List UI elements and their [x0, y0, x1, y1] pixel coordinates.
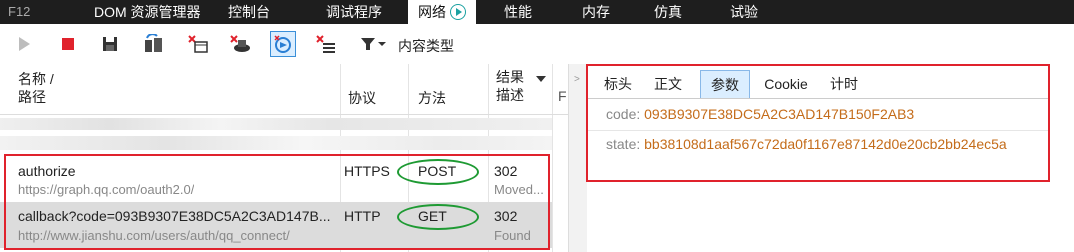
blurred-row: [0, 118, 552, 130]
refresh-server-icon: [145, 34, 162, 52]
play-triangle-icon: [19, 37, 30, 51]
tab-memory[interactable]: 内存: [582, 0, 610, 24]
clear-entries-icon: [188, 35, 208, 53]
content-type-filter-button[interactable]: [358, 32, 388, 56]
request-list-panel: 名称 / 路径 协议 方法 结果 描述 F authorize https://…: [0, 64, 568, 252]
clear-list-button[interactable]: [314, 32, 338, 56]
export-button[interactable]: [98, 32, 122, 56]
tab-emulation[interactable]: 仿真: [654, 0, 682, 24]
clear-cache-icon: [230, 35, 250, 52]
panel-splitter[interactable]: >: [568, 64, 587, 252]
tab-dom-explorer[interactable]: DOM 资源管理器: [94, 0, 201, 24]
header-result-label: 结果: [496, 69, 524, 85]
filter-icon: [361, 38, 386, 50]
devtools-tab-bar: F12 DOM 资源管理器 控制台 调试程序 网络 性能 内存 仿真 试验: [0, 0, 1074, 24]
highlight-ellipse-get: [397, 204, 479, 230]
tab-experiments[interactable]: 试验: [730, 0, 758, 24]
stop-icon: [62, 38, 74, 50]
header-method[interactable]: 方法: [418, 88, 446, 108]
highlight-ellipse-post: [397, 159, 479, 185]
navigate-refresh-icon: [274, 35, 291, 53]
clear-on-navigate-toggle[interactable]: [270, 31, 296, 57]
tab-network[interactable]: 网络: [408, 0, 476, 24]
tab-debugger[interactable]: 调试程序: [326, 0, 382, 24]
content-type-filter-label[interactable]: 内容类型: [398, 36, 454, 56]
header-desc-label: 描述: [496, 87, 524, 103]
tab-network-label: 网络: [418, 4, 446, 20]
save-icon: [103, 37, 117, 51]
play-icon: [450, 4, 466, 20]
header-path-label: 路径: [18, 89, 46, 105]
stop-profiling-button[interactable]: [56, 32, 80, 56]
header-result-desc[interactable]: 结果 描述: [496, 68, 524, 104]
header-name-label: 名称 /: [18, 71, 54, 87]
clear-entries-button[interactable]: [186, 32, 210, 56]
tab-console[interactable]: 控制台: [228, 0, 270, 24]
blurred-row: [0, 136, 552, 150]
sort-descending-icon: [536, 76, 546, 82]
header-protocol[interactable]: 协议: [348, 88, 376, 108]
network-toolbar: 内容类型: [0, 24, 1074, 64]
header-name-path[interactable]: 名称 / 路径: [18, 70, 54, 106]
highlight-box-params: [586, 64, 1050, 182]
details-panel: 标头 正文 参数 Cookie 计时 code: 093B9307E38DC5A…: [586, 64, 1074, 252]
f12-label: F12: [8, 4, 31, 19]
clear-cache-button[interactable]: [228, 32, 252, 56]
start-profiling-button[interactable]: [12, 32, 36, 56]
table-header: 名称 / 路径 协议 方法 结果 描述 F: [0, 64, 568, 115]
always-refresh-button[interactable]: [142, 32, 166, 56]
tab-performance[interactable]: 性能: [504, 0, 532, 24]
header-extra-column[interactable]: F: [558, 88, 567, 104]
collapse-arrow-icon[interactable]: >: [574, 74, 580, 85]
clear-list-icon: [316, 35, 335, 53]
